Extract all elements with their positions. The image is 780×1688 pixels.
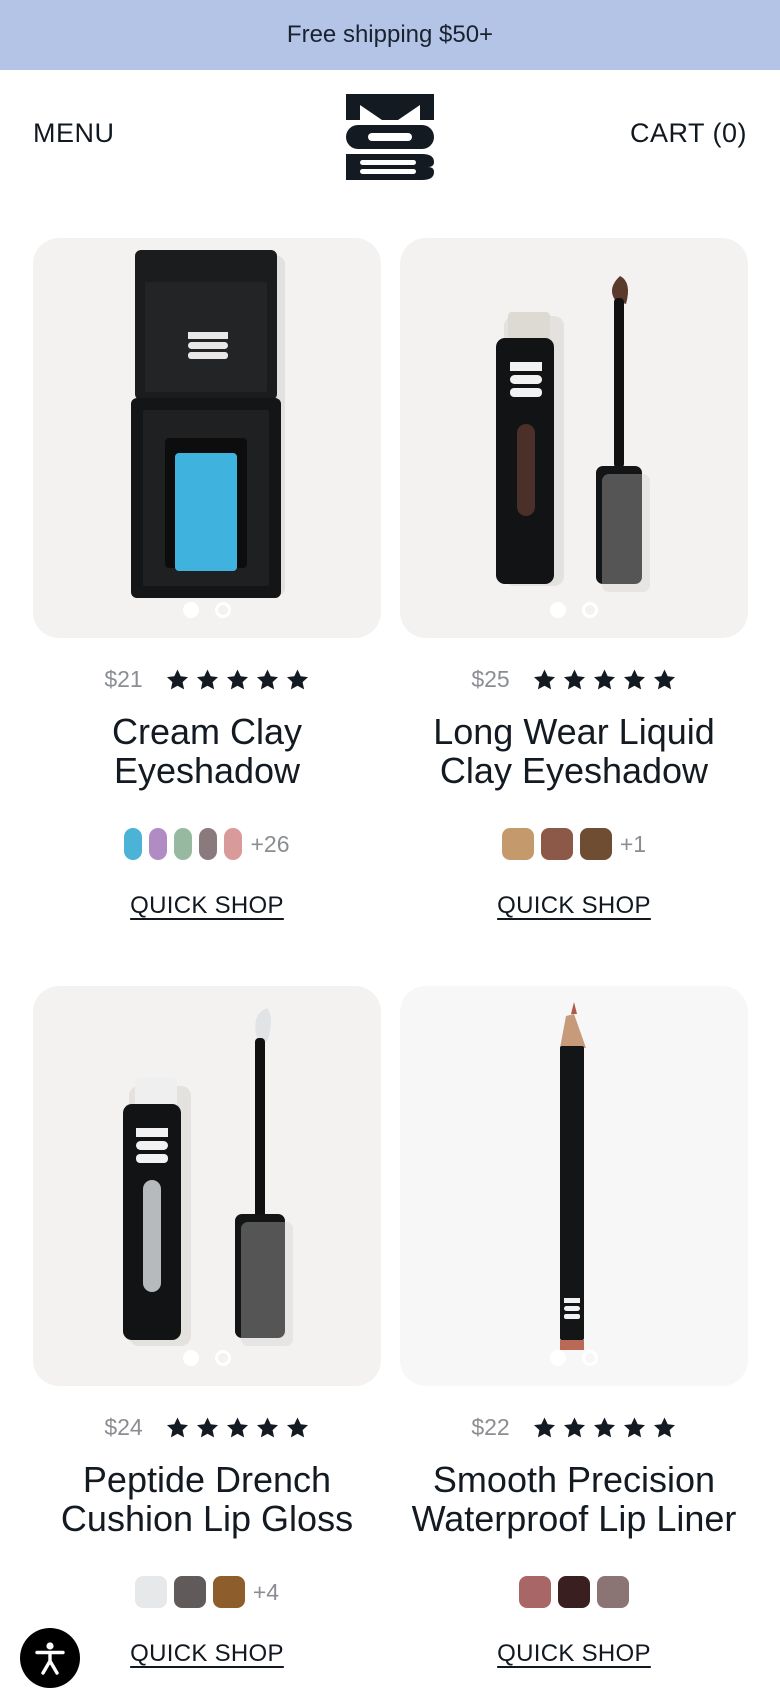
color-swatch[interactable]: [212, 1576, 245, 1608]
star-icon: [286, 669, 308, 689]
star-icon: [166, 1417, 188, 1437]
product-title[interactable]: Smooth Precision Waterproof Lip Liner: [400, 1460, 748, 1538]
star-icon: [593, 1417, 615, 1437]
star-rating[interactable]: [532, 668, 677, 692]
star-icon: [256, 1417, 278, 1437]
star-icon: [196, 1417, 218, 1437]
product-title-line: Waterproof Lip Liner: [411, 1498, 737, 1539]
color-swatch[interactable]: [134, 1576, 167, 1608]
star-icon: [196, 669, 218, 689]
product-title-line: Clay Eyeshadow: [439, 750, 709, 791]
lip-gloss-illustration: [123, 1008, 293, 1346]
image-carousel-dots: [33, 1350, 381, 1366]
more-colors-count[interactable]: +26: [250, 831, 289, 858]
image-carousel-dots: [33, 602, 381, 618]
carousel-dot[interactable]: [582, 1350, 598, 1366]
star-icon: [623, 1417, 645, 1437]
color-swatch[interactable]: [501, 828, 534, 860]
product-image[interactable]: [33, 986, 381, 1386]
color-swatch[interactable]: [540, 828, 573, 860]
product-title-line: Long Wear Liquid: [433, 711, 715, 752]
carousel-dot[interactable]: [183, 1350, 199, 1366]
star-icon: [226, 1417, 248, 1437]
color-swatch[interactable]: [174, 828, 193, 860]
carousel-dot[interactable]: [550, 602, 566, 618]
color-swatches: +4: [33, 1576, 381, 1608]
cart-button[interactable]: CART (0): [630, 118, 747, 149]
eyeshadow-compact-illustration: [131, 250, 285, 598]
star-icon: [653, 1417, 675, 1437]
star-icon: [286, 1417, 308, 1437]
quick-shop-button[interactable]: QUICK SHOP: [497, 892, 651, 919]
color-swatch[interactable]: [173, 1576, 206, 1608]
star-icon: [593, 669, 615, 689]
product-title[interactable]: Cream Clay Eyeshadow: [33, 712, 381, 790]
image-carousel-dots: [400, 1350, 748, 1366]
product-price: $21: [104, 666, 143, 692]
color-swatches: [400, 1576, 748, 1608]
color-swatch[interactable]: [597, 1576, 629, 1608]
menu-button[interactable]: MENU: [33, 118, 115, 149]
quick-shop-button[interactable]: QUICK SHOP: [130, 1640, 284, 1667]
more-colors-count[interactable]: +1: [620, 831, 646, 858]
product-title-line: Cushion Lip Gloss: [60, 1498, 354, 1539]
product-title[interactable]: Long Wear Liquid Clay Eyeshadow: [400, 712, 748, 790]
product-title[interactable]: Peptide Drench Cushion Lip Gloss: [33, 1460, 381, 1538]
brand-logo[interactable]: [346, 94, 434, 180]
liquid-eyeshadow-illustration: [496, 276, 650, 592]
star-icon: [653, 669, 675, 689]
product-image[interactable]: [400, 238, 748, 638]
product-title-line: Smooth Precision: [432, 1459, 716, 1500]
star-icon: [563, 1417, 585, 1437]
product-price: $24: [104, 1414, 143, 1440]
star-rating[interactable]: [165, 668, 310, 692]
carousel-dot[interactable]: [215, 602, 231, 618]
product-image[interactable]: [400, 986, 748, 1386]
star-icon: [226, 669, 248, 689]
color-swatch[interactable]: [224, 828, 243, 860]
star-icon: [623, 669, 645, 689]
more-colors-count[interactable]: +4: [253, 1579, 279, 1606]
promo-text: Free shipping $50+: [286, 21, 494, 48]
site-header: MENU CART (0): [0, 70, 780, 200]
carousel-dot[interactable]: [582, 602, 598, 618]
accessibility-button[interactable]: [20, 1628, 80, 1688]
color-swatches: +1: [400, 828, 748, 860]
product-meta: $22: [400, 1414, 748, 1441]
product-title-line: Peptide Drench: [82, 1459, 332, 1500]
star-icon: [563, 669, 585, 689]
color-swatch[interactable]: [199, 828, 218, 860]
star-icon: [256, 669, 278, 689]
product-meta: $24: [33, 1414, 381, 1441]
product-price: $22: [471, 1414, 510, 1440]
product-image[interactable]: [33, 238, 381, 638]
star-icon: [533, 669, 555, 689]
color-swatch[interactable]: [579, 828, 612, 860]
star-icon: [533, 1417, 555, 1437]
star-icon: [166, 669, 188, 689]
image-carousel-dots: [400, 602, 748, 618]
quick-shop-button[interactable]: QUICK SHOP: [130, 892, 284, 919]
accessibility-icon: [35, 1642, 65, 1675]
color-swatches: +26: [33, 828, 381, 860]
product-meta: $25: [400, 666, 748, 693]
color-swatch[interactable]: [149, 828, 168, 860]
product-title-line: Eyeshadow: [113, 750, 301, 791]
quick-shop-button[interactable]: QUICK SHOP: [497, 1640, 651, 1667]
star-rating[interactable]: [532, 1416, 677, 1440]
product-price: $25: [471, 666, 510, 692]
carousel-dot[interactable]: [550, 1350, 566, 1366]
color-swatch[interactable]: [124, 828, 143, 860]
lip-liner-pencil-illustration: [560, 1002, 586, 1350]
product-meta: $21: [33, 666, 381, 693]
carousel-dot[interactable]: [183, 602, 199, 618]
color-swatch[interactable]: [558, 1576, 590, 1608]
product-title-line: Cream Clay: [111, 711, 303, 752]
color-swatch[interactable]: [519, 1576, 551, 1608]
star-rating[interactable]: [165, 1416, 310, 1440]
promo-banner: Free shipping $50+: [0, 0, 780, 70]
carousel-dot[interactable]: [215, 1350, 231, 1366]
